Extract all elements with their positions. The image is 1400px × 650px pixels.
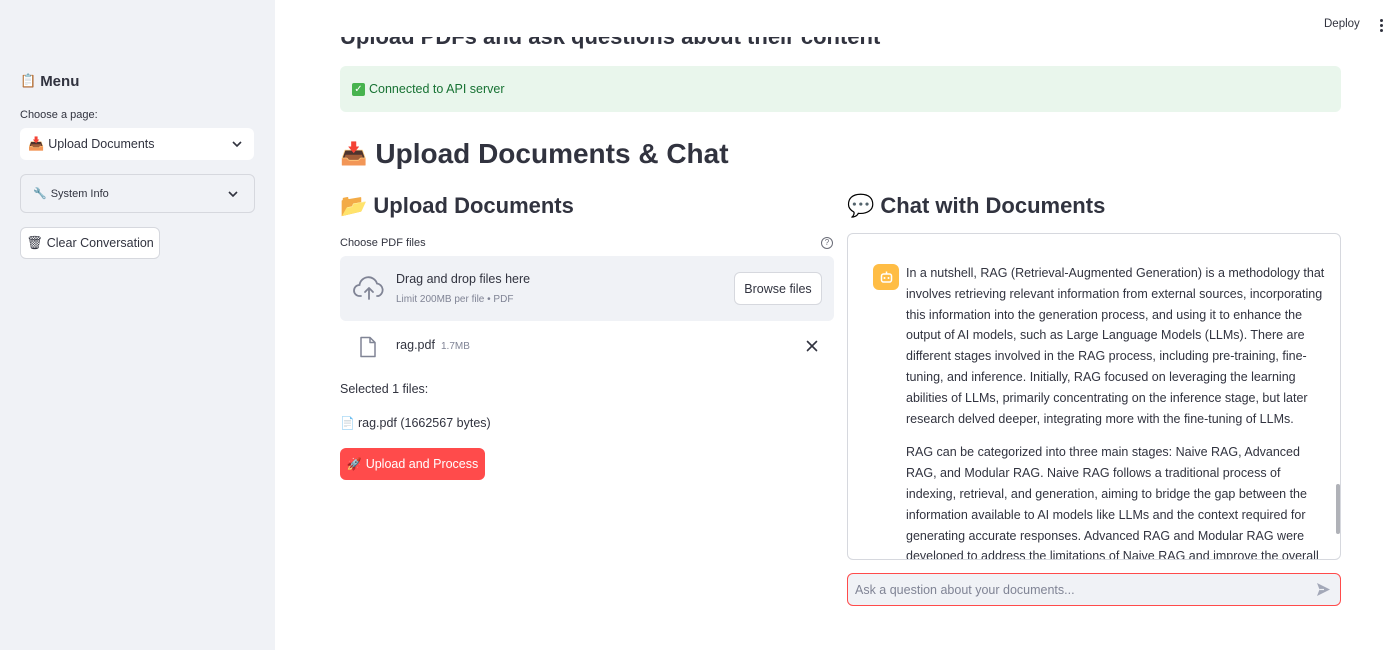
page-select[interactable]: 📥 Upload Documents bbox=[20, 128, 254, 160]
deploy-button[interactable]: Deploy bbox=[1318, 16, 1366, 32]
page-title-text: Upload Documents & Chat bbox=[375, 138, 729, 169]
cloud-upload-icon bbox=[353, 276, 384, 300]
assistant-avatar bbox=[873, 264, 899, 290]
help-icon[interactable]: ? bbox=[821, 237, 833, 249]
chevron-down-icon bbox=[232, 141, 242, 148]
dropzone-title: Drag and drop files here bbox=[396, 272, 531, 286]
assistant-message: In a nutshell, RAG (Retrieval-Augmented … bbox=[906, 263, 1326, 560]
clear-conversation-label: Clear Conversation bbox=[46, 236, 154, 250]
selected-file-item: 📄 rag.pdf (1662567 bytes) bbox=[340, 416, 491, 430]
system-info-expander[interactable]: 🔧 System Info bbox=[20, 174, 255, 213]
message-paragraph: RAG can be categorized into three main s… bbox=[906, 445, 1319, 560]
file-dropzone[interactable]: Drag and drop files here Limit 200MB per… bbox=[340, 256, 834, 321]
send-icon[interactable] bbox=[1315, 581, 1332, 598]
folder-icon: 📂 bbox=[340, 193, 368, 219]
robot-icon bbox=[880, 271, 892, 283]
uploaded-file-name: rag.pdf bbox=[396, 338, 435, 352]
chat-scrollbar[interactable] bbox=[1336, 484, 1340, 534]
menu-title-label: Menu bbox=[40, 73, 80, 90]
message-paragraph: In a nutshell, RAG (Retrieval-Augmented … bbox=[906, 266, 1325, 426]
choose-page-label: Choose a page: bbox=[20, 109, 98, 121]
uploaded-file-size: 1.7MB bbox=[441, 341, 470, 352]
inbox-tray-icon: 📥 bbox=[340, 141, 368, 167]
chat-input[interactable] bbox=[847, 573, 1341, 606]
page-select-value: Upload Documents bbox=[48, 137, 155, 151]
chat-messages-container[interactable]: In a nutshell, RAG (Retrieval-Augmented … bbox=[847, 233, 1341, 560]
chevron-down-icon bbox=[228, 190, 238, 197]
sidebar: 📋 Menu Choose a page: 📥 Upload Documents… bbox=[0, 0, 275, 650]
app-title: Upload PDFs and ask questions about thei… bbox=[340, 24, 881, 49]
speech-bubble-icon: 💬 bbox=[847, 193, 875, 219]
selected-file-text: rag.pdf (1662567 bytes) bbox=[357, 416, 491, 430]
main-menu-icon[interactable] bbox=[1375, 16, 1387, 34]
chat-heading-text: Chat with Documents bbox=[880, 193, 1106, 218]
calendar-icon: 📋 bbox=[20, 74, 37, 89]
inbox-tray-icon: 📥 bbox=[28, 136, 45, 152]
file-icon bbox=[360, 336, 376, 358]
menu-title: 📋 Menu bbox=[20, 73, 79, 90]
close-icon[interactable] bbox=[805, 339, 819, 353]
page-title: 📥 Upload Documents & Chat bbox=[340, 138, 729, 170]
connection-status-text: Connected to API server bbox=[369, 82, 505, 96]
clear-conversation-button[interactable]: 🗑 Clear Conversation bbox=[20, 227, 160, 259]
chat-heading: 💬 Chat with Documents bbox=[847, 193, 1105, 219]
upload-and-process-button[interactable]: 🚀 Upload and Process bbox=[340, 448, 485, 480]
file-uploader-label: Choose PDF files bbox=[340, 237, 426, 249]
connection-status: ✓ Connected to API server bbox=[340, 66, 1341, 112]
document-icon: 📄 bbox=[340, 416, 355, 430]
upload-heading-text: Upload Documents bbox=[373, 193, 574, 218]
trash-icon: 🗑 bbox=[26, 235, 43, 251]
upload-heading: 📂 Upload Documents bbox=[340, 193, 574, 219]
dropzone-limit: Limit 200MB per file • PDF bbox=[396, 294, 514, 305]
browse-files-button[interactable]: Browse files bbox=[734, 272, 822, 305]
upload-and-process-label: Upload and Process bbox=[365, 457, 479, 471]
rocket-icon: 🚀 bbox=[346, 457, 362, 471]
system-info-label: System Info bbox=[50, 187, 109, 200]
selected-files-label: Selected 1 files: bbox=[340, 382, 429, 396]
check-mark-icon: ✓ bbox=[352, 82, 365, 96]
wrench-icon: 🔧 bbox=[33, 187, 47, 200]
